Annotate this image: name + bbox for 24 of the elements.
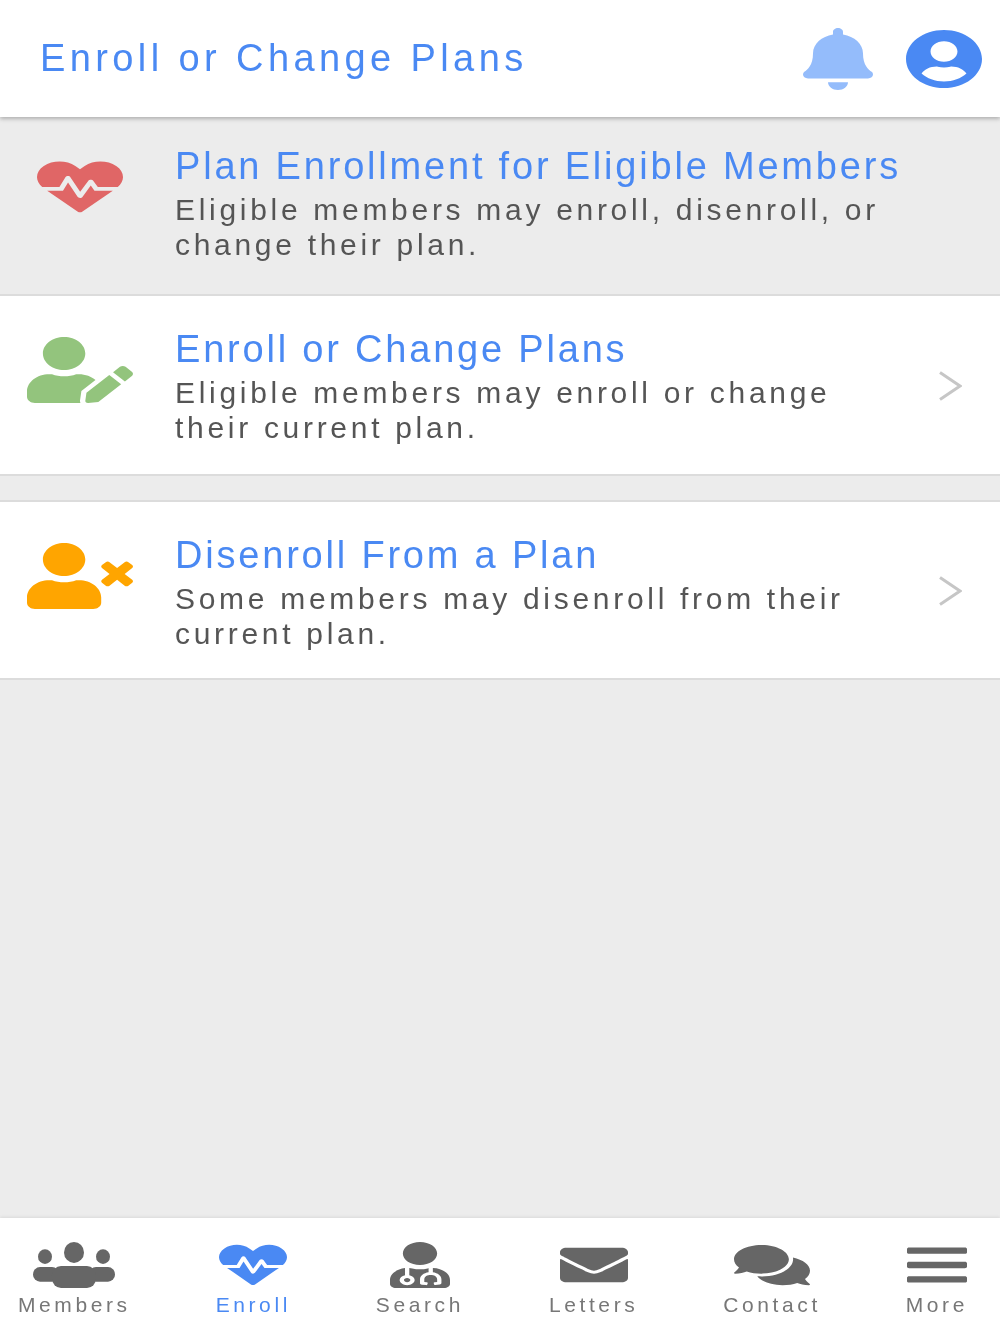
user-x-icon: [27, 543, 133, 609]
option-row[interactable]: Enroll or Change Plans Eligible members may enroll or change their current plan.: [0, 296, 1000, 476]
user-pencil-icon: [27, 337, 133, 403]
chat-bubbles-icon: [734, 1242, 811, 1288]
intro-description: Eligible members may enroll, disenroll, or change their plan.: [175, 192, 880, 262]
option-row[interactable]: Disenroll From a Plan Some members may disenroll from their current plan.: [0, 500, 1000, 680]
option-description: Eligible members may enroll or change their current plan.: [175, 375, 832, 445]
tab[interactable]: Contact: [723, 1242, 821, 1317]
tab[interactable]: Search: [375, 1242, 464, 1317]
intro-title: Plan Enrollment for Eligible Members: [175, 144, 901, 188]
tab[interactable]: More: [905, 1242, 968, 1317]
page-title: Enroll or Change Plans: [40, 37, 528, 80]
tab[interactable]: Members: [18, 1242, 131, 1317]
bell-icon[interactable]: [803, 27, 873, 90]
doctor-icon: [389, 1242, 450, 1288]
tab[interactable]: Enroll: [215, 1242, 291, 1317]
chevron-right-icon: [938, 575, 962, 606]
option-title: Enroll or Change Plans: [175, 327, 628, 371]
heart-pulse-icon: [219, 1242, 288, 1288]
option-description: Some members may disenroll from their current plan.: [175, 581, 845, 651]
option-title: Disenroll From a Plan: [175, 533, 600, 577]
users-icon: [32, 1242, 117, 1288]
chevron-right-icon: [938, 370, 962, 401]
tab[interactable]: Letters: [548, 1242, 639, 1317]
